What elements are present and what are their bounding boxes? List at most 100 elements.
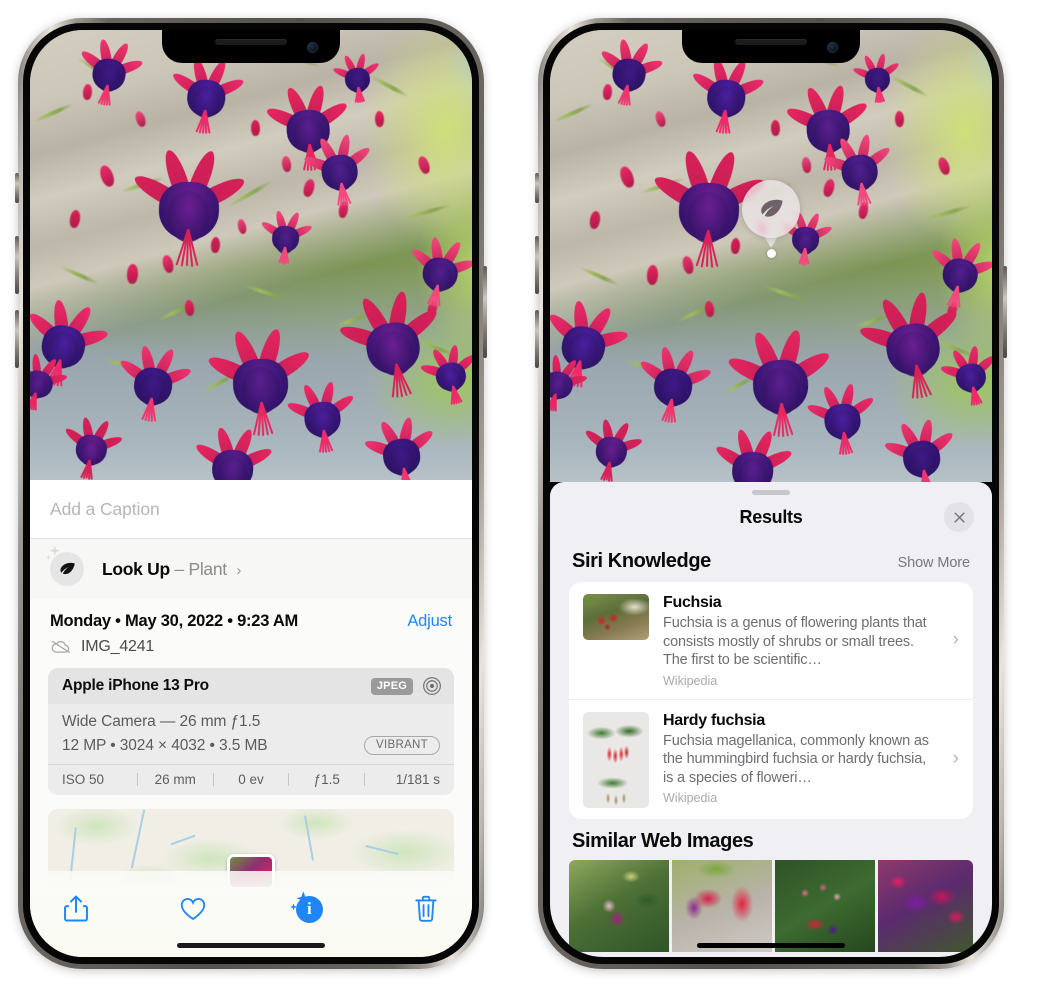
visual-lookup-pin[interactable]: [742, 180, 800, 258]
sparkle-icon: [289, 890, 311, 910]
silence-switch[interactable]: [15, 173, 19, 203]
chevron-right-icon: ›: [952, 748, 959, 769]
photo-viewer[interactable]: [30, 30, 472, 480]
silence-switch[interactable]: [535, 173, 539, 203]
similar-web-images-header: Similar Web Images: [550, 819, 992, 860]
knowledge-source: Wikipedia: [663, 791, 718, 805]
knowledge-description: Fuchsia is a genus of flowering plants t…: [663, 615, 927, 668]
chevron-right-icon: ›: [952, 629, 959, 651]
icloud-slash-icon: [51, 640, 71, 654]
list-item[interactable]: Fuchsia Fuchsia is a genus of flowering …: [569, 582, 973, 699]
results-header: Results: [550, 495, 992, 539]
leaf-icon-badge: [46, 545, 84, 586]
exif-stat: 1/181 s: [395, 772, 440, 787]
earpiece-speaker: [735, 39, 807, 45]
share-icon: [64, 895, 88, 922]
knowledge-description: Fuchsia magellanica, commonly known as t…: [663, 732, 929, 786]
favorite-button[interactable]: [173, 889, 213, 929]
right-screen: Results Siri Knowledge Show More Fuchsia…: [550, 30, 992, 957]
knowledge-body: Hardy fuchsia Fuchsia magellanica, commo…: [663, 712, 959, 806]
exif-stats-row: ISO 50 26 mm 0 ev ƒ1.5 1/181 s: [48, 764, 454, 795]
info-button[interactable]: i: [289, 889, 329, 929]
exif-size-row: 12 MP • 3024 × 4032 • 3.5 MB VIBRANT: [62, 736, 440, 755]
share-button[interactable]: [56, 889, 96, 929]
caption-placeholder: Add a Caption: [50, 498, 160, 519]
left-screen: Add a Caption Look Up – Plant › Monday •…: [30, 30, 472, 957]
home-indicator[interactable]: [177, 943, 325, 948]
visual-lookup-badge: [742, 180, 800, 238]
look-up-dash: –: [174, 558, 184, 579]
notch: [162, 30, 340, 63]
exif-stat: ISO 50: [62, 772, 105, 787]
siri-knowledge-header: Siri Knowledge Show More: [550, 539, 992, 582]
close-icon: [953, 511, 965, 523]
iphone-right-device: Results Siri Knowledge Show More Fuchsia…: [535, 18, 1007, 969]
photo-filename: IMG_4241: [81, 638, 155, 655]
volume-up-button[interactable]: [15, 236, 19, 294]
leaf-icon: [761, 199, 783, 217]
look-up-label: Look Up – Plant ›: [102, 559, 241, 580]
volume-up-button[interactable]: [535, 236, 539, 294]
results-sheet: Results Siri Knowledge Show More Fuchsia…: [550, 482, 992, 957]
camera-device-name: Apple iPhone 13 Pro: [62, 677, 209, 694]
home-indicator[interactable]: [697, 943, 845, 948]
pin-anchor-dot: [766, 249, 776, 258]
trash-icon: [415, 895, 437, 922]
photo-date: Monday • May 30, 2022 • 9:23 AM: [50, 612, 299, 630]
exif-card[interactable]: Apple iPhone 13 Pro JPEG Wide Camera — 2…: [48, 668, 454, 795]
close-button[interactable]: [944, 502, 974, 532]
heart-icon: [180, 898, 205, 920]
exif-stat: 0 ev: [238, 772, 264, 787]
similar-web-images-row[interactable]: [569, 859, 973, 952]
exif-header: Apple iPhone 13 Pro JPEG: [48, 668, 454, 704]
web-image-3[interactable]: [775, 859, 875, 952]
list-item[interactable]: Hardy fuchsia Fuchsia magellanica, commo…: [569, 698, 973, 819]
lens-info: Wide Camera — 26 mm ƒ1.5: [62, 713, 261, 730]
iphone-left-device: Add a Caption Look Up – Plant › Monday •…: [15, 18, 487, 969]
device-bezel: Add a Caption Look Up – Plant › Monday •…: [23, 23, 479, 964]
side-power-button[interactable]: [483, 266, 487, 358]
photo-viewer[interactable]: [550, 30, 992, 482]
metadata-filename-row: IMG_4241: [50, 638, 452, 656]
front-camera-icon: [307, 42, 318, 53]
exif-body: Wide Camera — 26 mm ƒ1.5 12 MP • 3024 × …: [48, 704, 454, 764]
knowledge-title: Fuchsia: [663, 594, 722, 611]
info-button-inner: i: [289, 890, 323, 923]
look-up-title: Look Up: [102, 558, 170, 579]
photographic-style-badge: VIBRANT: [364, 736, 440, 755]
adjust-button[interactable]: Adjust: [407, 612, 452, 631]
volume-down-button[interactable]: [535, 310, 539, 368]
web-image-4[interactable]: [878, 859, 973, 952]
web-image-2[interactable]: [672, 859, 772, 952]
photo-metadata: Monday • May 30, 2022 • 9:23 AM Adjust I…: [30, 599, 472, 656]
exif-stat: ƒ1.5: [313, 772, 340, 787]
photo-info-sheet: Add a Caption Look Up – Plant › Monday •…: [30, 480, 472, 957]
siri-knowledge-card: Fuchsia Fuchsia is a genus of flowering …: [569, 582, 973, 819]
knowledge-thumbnail: [583, 594, 649, 640]
screenshot-stage: Add a Caption Look Up – Plant › Monday •…: [0, 0, 1055, 985]
knowledge-body: Fuchsia Fuchsia is a genus of flowering …: [663, 594, 959, 688]
side-power-button[interactable]: [1003, 266, 1007, 358]
knowledge-source: Wikipedia: [663, 673, 718, 688]
image-size-info: 12 MP • 3024 × 4032 • 3.5 MB: [62, 736, 268, 754]
show-more-button[interactable]: Show More: [898, 555, 971, 571]
notch: [682, 30, 860, 63]
similar-web-images-title: Similar Web Images: [572, 829, 754, 852]
volume-down-button[interactable]: [15, 310, 19, 368]
web-image-1[interactable]: [569, 859, 669, 952]
knowledge-title: Hardy fuchsia: [663, 711, 765, 729]
sparkle-icon: [46, 545, 60, 560]
exif-header-right: JPEG: [370, 676, 442, 696]
format-badge: JPEG: [370, 677, 413, 695]
chevron-right-icon: ›: [236, 561, 242, 579]
device-bezel: Results Siri Knowledge Show More Fuchsia…: [543, 23, 999, 964]
caption-row[interactable]: Add a Caption: [30, 480, 472, 539]
metadata-date-row: Monday • May 30, 2022 • 9:23 AM Adjust: [50, 612, 452, 631]
front-camera-icon: [827, 42, 838, 53]
delete-button[interactable]: [406, 889, 446, 929]
look-up-row[interactable]: Look Up – Plant ›: [30, 539, 472, 599]
aperture-icon: [423, 677, 441, 695]
knowledge-thumbnail: [583, 711, 649, 808]
results-title: Results: [739, 506, 803, 527]
siri-knowledge-title: Siri Knowledge: [572, 550, 711, 572]
